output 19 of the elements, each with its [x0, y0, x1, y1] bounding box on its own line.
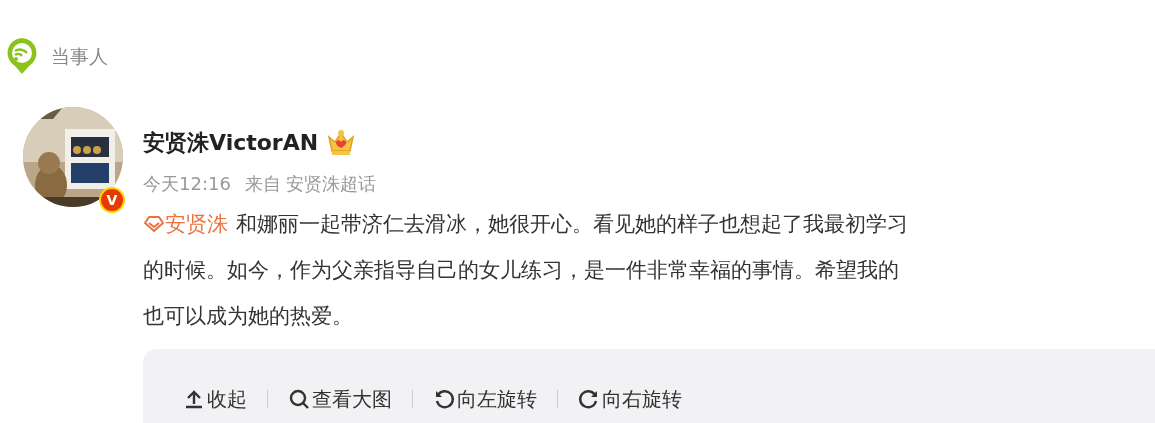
source-prefix: 来自: [244, 173, 281, 194]
zoom-button[interactable]: 查看大图: [288, 384, 392, 414]
section-label: 当事人: [51, 43, 108, 69]
post-time: 今天12:16: [143, 173, 231, 194]
post-text-line: 也可以成为她的热爱。: [143, 303, 353, 330]
search-icon: [288, 388, 310, 410]
crown-icon: [326, 128, 357, 157]
upload-icon: [183, 388, 205, 410]
location-pin-icon: [5, 36, 39, 76]
author-name[interactable]: 安贤洙VictorAN: [143, 126, 319, 159]
rotate-right-icon: [578, 388, 600, 410]
rotate-left-icon: [433, 388, 455, 410]
verified-badge: V: [99, 187, 125, 213]
post-text-line: 的时候。如今，作为父亲指导自己的女儿练习，是一件非常幸福的事情。希望我的: [143, 257, 899, 284]
collapse-button[interactable]: 收起: [183, 384, 247, 414]
rotate-left-button[interactable]: 向左旋转: [433, 384, 537, 414]
rotate-right-button[interactable]: 向右旋转: [578, 384, 682, 414]
topic-icon: [143, 215, 165, 233]
post-text-line: 和娜丽一起带济仁去滑冰，她很开心。看见她的样子也想起了我最初学习: [236, 211, 908, 238]
